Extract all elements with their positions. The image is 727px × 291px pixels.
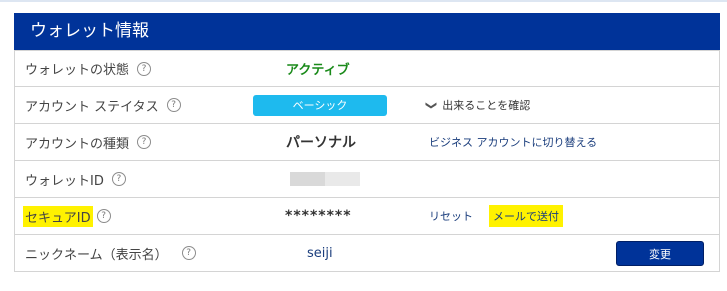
row-label: ウォレットID ? [25,161,126,197]
secure-id-value-cell: ******** [285,198,352,234]
check-capabilities-link[interactable]: 出来ることを確認 [442,97,530,113]
switch-business-cell: ビジネス アカウントに切り替える [429,124,597,160]
row-account-status: アカウント ステイタス ? ベーシック ❯ 出来ることを確認 [15,87,719,124]
account-type-value: パーソナル [286,135,356,151]
nickname-label: ニックネーム（表示名） [25,247,168,263]
chevron-down-icon[interactable]: ❯ [425,100,438,109]
row-label: アカウントの種類 ? [25,124,152,160]
row-nickname: ニックネーム（表示名） ? seiji 変更 [15,235,719,272]
account-status-badge: ベーシック [253,94,387,116]
secure-id-label: セキュアID [23,205,93,227]
send-by-email-link[interactable]: メールで送付 [489,205,563,227]
account-type-value-cell: パーソナル [286,124,356,160]
reset-link[interactable]: リセット [429,208,473,224]
row-label: ウォレットの状態 ? [25,51,152,86]
account-status-label: アカウント ステイタス [25,99,159,115]
row-label: ニックネーム（表示名） ? [25,235,196,271]
top-border-line [0,0,727,2]
wallet-status-value: アクティブ [286,63,350,78]
change-nickname-button[interactable]: 変更 [616,241,704,266]
secure-id-reset-cell: リセット [429,198,473,234]
row-wallet-id: ウォレットID ? [15,161,719,198]
help-icon[interactable]: ? [111,172,126,186]
row-label: アカウント ステイタス ? [25,87,181,123]
panel-header: ウォレット情報 [14,13,720,50]
wallet-status-value-cell: アクティブ [286,51,350,86]
help-icon[interactable]: ? [181,246,196,260]
nickname-value: seiji [307,245,333,261]
help-icon[interactable]: ? [137,61,152,76]
row-wallet-status: ウォレットの状態 ? アクティブ [15,50,719,87]
row-label: セキュアID ? [23,198,111,234]
wallet-id-value-cell [290,161,360,197]
panel-title: ウォレット情報 [30,21,149,41]
wallet-info-table: ウォレットの状態 ? アクティブ アカウント ステイタス ? ベーシック ❯ 出… [14,50,720,272]
wallet-id-redacted [290,172,360,186]
wallet-id-label: ウォレットID [25,173,104,189]
wallet-status-label: ウォレットの状態 [25,63,130,78]
switch-to-business-link[interactable]: ビジネス アカウントに切り替える [429,134,597,150]
help-icon[interactable]: ? [96,209,111,223]
secure-id-email-cell: メールで送付 [489,198,563,234]
nickname-value-cell: seiji [307,235,333,271]
help-icon[interactable]: ? [137,135,152,149]
account-status-link-cell: ❯ 出来ることを確認 [425,87,530,123]
account-status-badge-cell: ベーシック [253,87,387,123]
row-secure-id: セキュアID ? ******** リセット メールで送付 [15,198,719,235]
help-icon[interactable]: ? [166,98,181,112]
wallet-info-panel: ウォレット情報 ウォレットの状態 ? アクティブ アカウント ステイタス ? ベ… [14,13,720,291]
account-type-label: アカウントの種類 [25,136,130,152]
row-account-type: アカウントの種類 ? パーソナル ビジネス アカウントに切り替える [15,124,719,161]
secure-id-masked-value: ******** [285,208,352,224]
